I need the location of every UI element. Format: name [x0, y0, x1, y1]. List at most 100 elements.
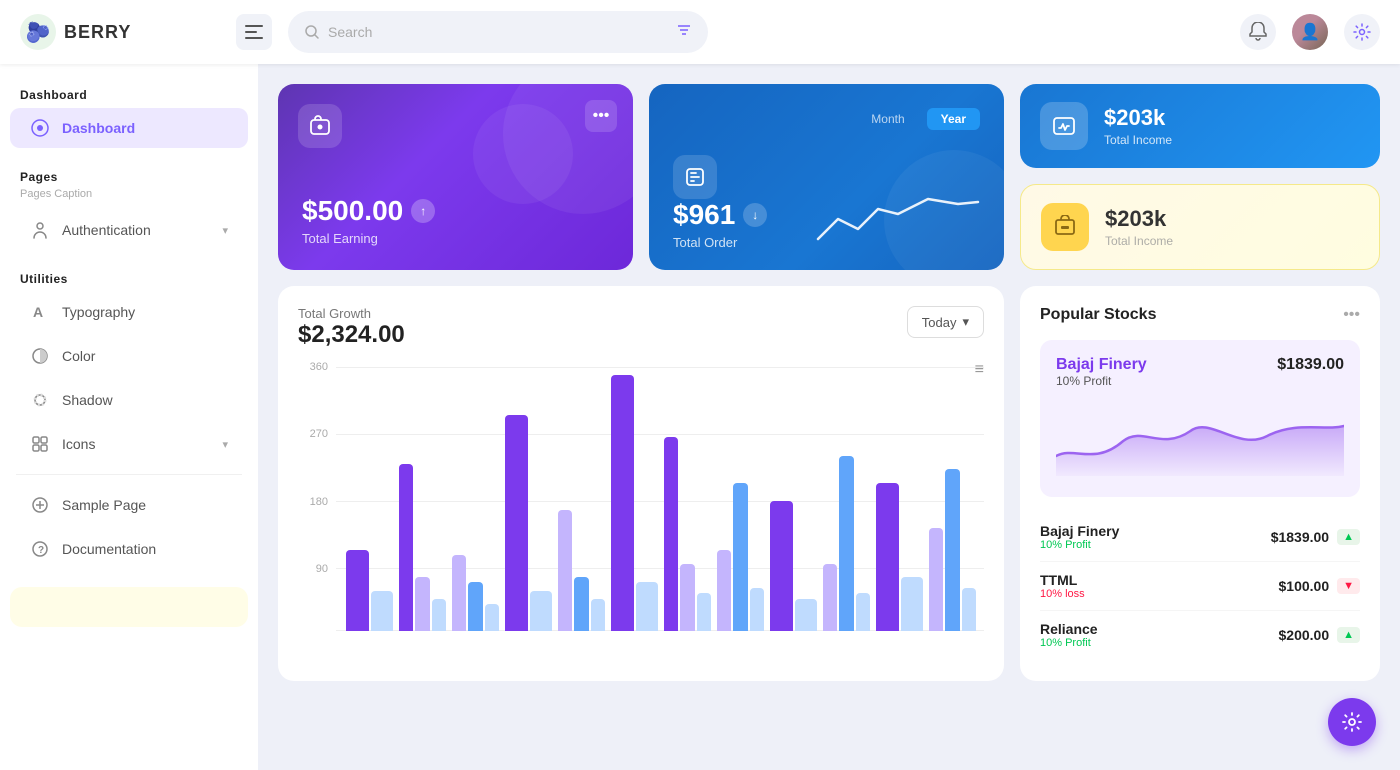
menu-toggle-button[interactable] [236, 14, 272, 50]
stock-ttml-change: 10% loss [1040, 588, 1085, 600]
today-chevron-icon: ▾ [962, 314, 969, 330]
bar-light-purple [558, 510, 572, 632]
stock-ttml-info: TTML 10% loss [1040, 572, 1085, 600]
notification-button[interactable] [1240, 14, 1276, 50]
sidebar-divider [16, 474, 242, 475]
today-button[interactable]: Today ▾ [907, 306, 984, 338]
featured-stock-price: $1839.00 [1277, 356, 1344, 374]
bar-blue [839, 456, 853, 632]
month-toggle-button[interactable]: Month [857, 108, 918, 130]
order-left-content: $961 ↓ Total Order [673, 199, 767, 250]
stock-reliance-change: 10% Profit [1040, 637, 1098, 649]
sidebar-section-dashboard: Dashboard [0, 80, 258, 106]
total-order-amount: $961 ↓ [673, 199, 767, 231]
search-bar [288, 11, 708, 53]
card-income-blue: $203k Total Income [1020, 84, 1380, 168]
stats-row: ••• $500.00 ↑ Total Earning Month Year [278, 84, 1380, 270]
total-order-label: Total Order [673, 235, 767, 250]
stocks-menu-button[interactable]: ••• [1343, 306, 1360, 324]
income-yellow-amount: $203k [1105, 206, 1173, 232]
sidebar-section-pages: Pages [0, 162, 258, 188]
bar-group-3 [452, 361, 499, 631]
order-down-icon: ↓ [743, 203, 767, 227]
settings-button[interactable] [1344, 14, 1380, 50]
search-input[interactable] [328, 24, 668, 40]
filter-button[interactable] [676, 22, 692, 43]
card-stocks: Popular Stocks ••• Bajaj Finery 10% Prof… [1020, 286, 1380, 681]
stocks-title: Popular Stocks [1040, 306, 1156, 324]
bar-group-6 [611, 361, 658, 631]
sidebar-item-authentication[interactable]: Authentication ▾ [10, 210, 248, 250]
bar-light-blue [530, 591, 553, 632]
stock-row-bajaj: Bajaj Finery 10% Profit $1839.00 ▲ [1040, 513, 1360, 562]
shadow-icon [30, 390, 50, 410]
sidebar-item-color[interactable]: Color [10, 336, 248, 376]
bar-light-blue [636, 582, 659, 631]
income-blue-text: $203k Total Income [1104, 105, 1172, 147]
stock-bajaj-price: $1839.00 [1271, 529, 1329, 545]
sidebar-pages-caption: Pages Caption [0, 188, 258, 208]
typography-icon: A [30, 302, 50, 322]
bar-light-blue [750, 588, 764, 631]
bar-group-10 [823, 361, 870, 631]
income-blue-label: Total Income [1104, 133, 1172, 147]
bar-purple [664, 437, 678, 631]
stock-ttml-price: $100.00 [1279, 578, 1330, 594]
bar-blue [945, 469, 959, 631]
sidebar-item-icons[interactable]: Icons ▾ [10, 424, 248, 464]
svg-text:🫐: 🫐 [26, 20, 51, 44]
stock-reliance-name: Reliance [1040, 621, 1098, 637]
bar-blue [468, 582, 482, 631]
dashboard-icon [30, 118, 50, 138]
header: 🫐 BERRY [0, 0, 1400, 64]
bar-light-purple [823, 564, 837, 632]
svg-text:?: ? [38, 545, 44, 556]
stock-row-ttml: TTML 10% loss $100.00 ▼ [1040, 562, 1360, 611]
growth-title: Total Growth [298, 306, 405, 321]
bar-group-9 [770, 361, 817, 631]
year-toggle-button[interactable]: Year [927, 108, 980, 130]
featured-stock-chart [1056, 396, 1344, 476]
featured-stock-info: Bajaj Finery 10% Profit [1056, 356, 1147, 388]
fab-settings-button[interactable] [1328, 698, 1376, 746]
bar-light-blue [901, 577, 924, 631]
user-avatar[interactable]: 👤 [1292, 14, 1328, 50]
sidebar-section-utilities: Utilities [0, 264, 258, 290]
sidebar-item-documentation-label: Documentation [62, 541, 228, 557]
chart-area: ≡ 360 270 180 [298, 361, 984, 661]
card-growth: Total Growth $2,324.00 Today ▾ ≡ 360 [278, 286, 1004, 681]
sidebar-item-typography[interactable]: A Typography [10, 292, 248, 332]
sidebar-item-documentation[interactable]: ? Documentation [10, 529, 248, 569]
sidebar-item-shadow[interactable]: Shadow [10, 380, 248, 420]
stock-ttml-name: TTML [1040, 572, 1085, 588]
earning-menu-button[interactable]: ••• [585, 100, 617, 132]
main-content: ••• $500.00 ↑ Total Earning Month Year [258, 64, 1400, 770]
bar-group-4 [505, 361, 552, 631]
chart-bars [338, 361, 984, 631]
stock-ttml-right: $100.00 ▼ [1279, 578, 1361, 594]
sidebar: Dashboard Dashboard Pages Pages Caption … [0, 64, 258, 770]
total-earning-amount: $500.00 ↑ [302, 195, 609, 227]
card-total-earning: ••• $500.00 ↑ Total Earning [278, 84, 633, 270]
income-yellow-icon [1041, 203, 1089, 251]
auth-chevron-icon: ▾ [222, 224, 228, 237]
sidebar-item-icons-label: Icons [62, 436, 210, 452]
earning-card-icon [298, 104, 342, 148]
bar-light-blue [371, 591, 394, 632]
right-cards: $203k Total Income $203k Total [1020, 84, 1380, 270]
bar-light-purple [717, 550, 731, 631]
sidebar-item-sample-page[interactable]: Sample Page [10, 485, 248, 525]
order-card-icon [673, 155, 717, 199]
bar-group-12 [929, 361, 976, 631]
bar-light-purple [415, 577, 429, 631]
income-blue-icon [1040, 102, 1088, 150]
bar-purple [611, 375, 634, 632]
sidebar-promo [10, 587, 248, 627]
stocks-header: Popular Stocks ••• [1040, 306, 1360, 324]
sidebar-item-typography-label: Typography [62, 304, 228, 320]
stock-list: Bajaj Finery 10% Profit $1839.00 ▲ TTML … [1040, 513, 1360, 659]
earning-up-icon: ↑ [411, 199, 435, 223]
bar-group-8 [717, 361, 764, 631]
sidebar-item-dashboard[interactable]: Dashboard [10, 108, 248, 148]
stock-row-reliance: Reliance 10% Profit $200.00 ▲ [1040, 611, 1360, 659]
